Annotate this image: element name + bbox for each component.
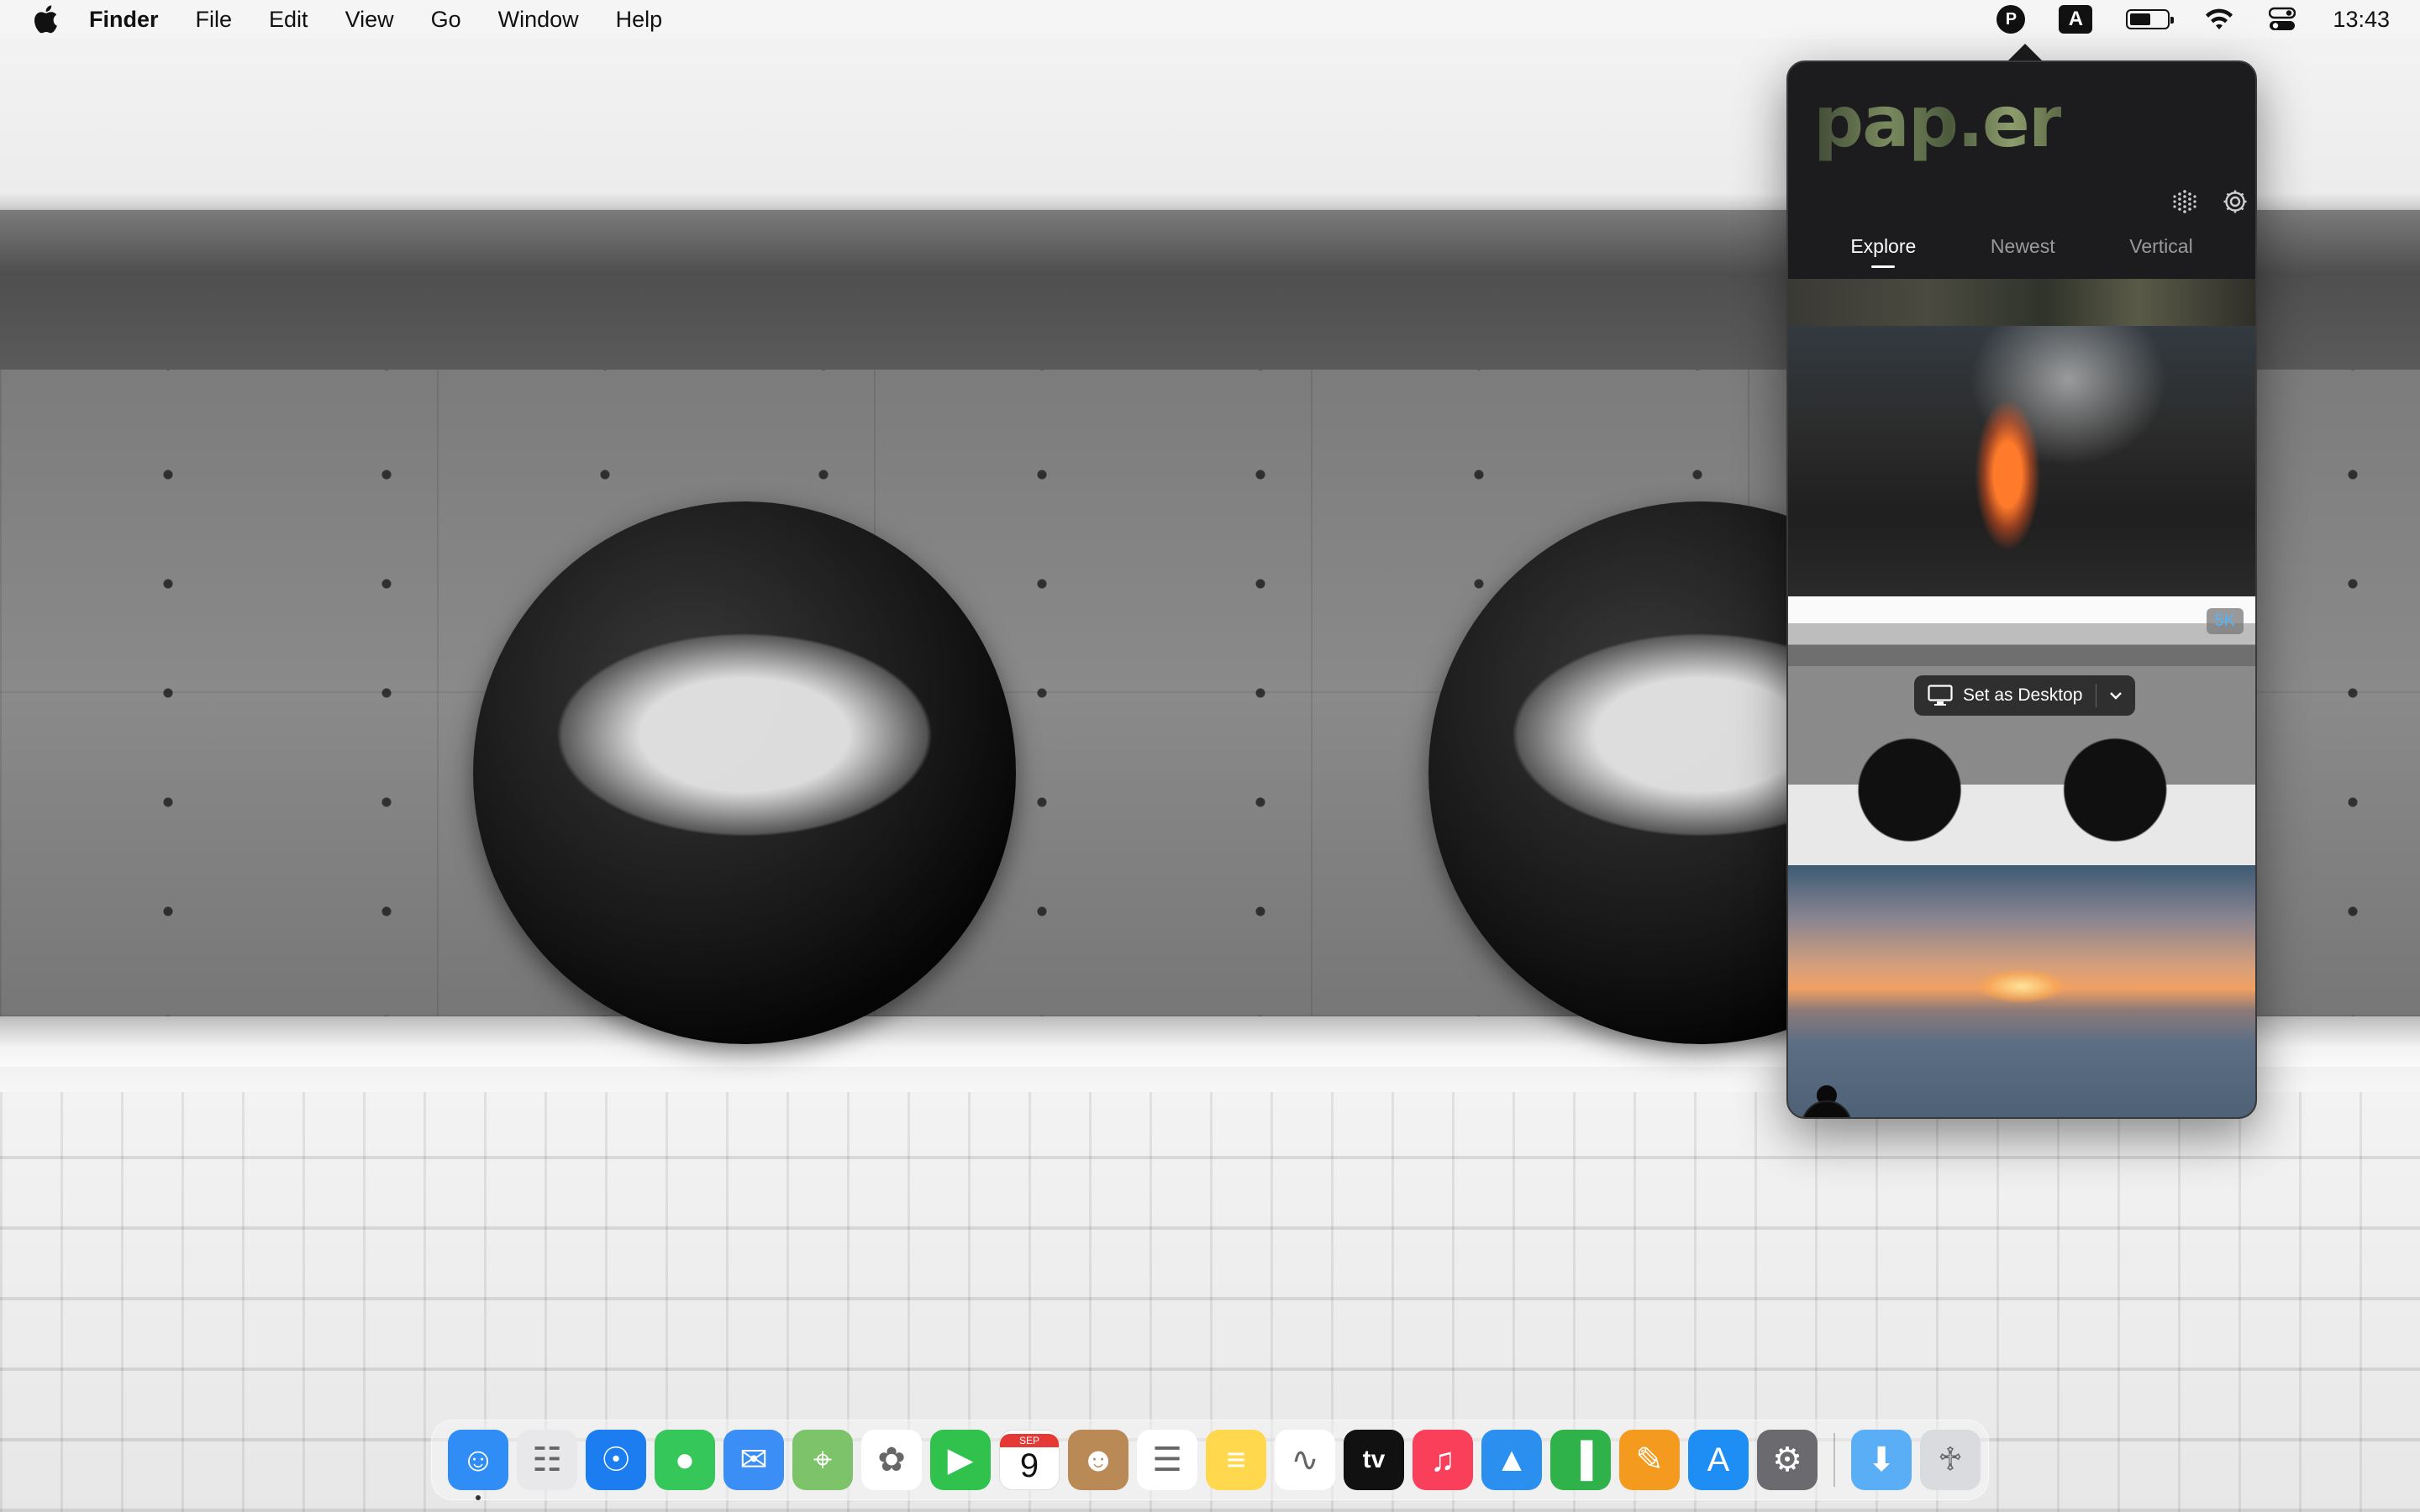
dock-freeform[interactable]: ∿ — [1275, 1430, 1335, 1490]
reminders-icon: ☰ — [1152, 1441, 1182, 1478]
apple-tv-icon: tv — [1362, 1446, 1386, 1473]
set-as-desktop-button[interactable]: Set as Desktop — [1914, 675, 2096, 716]
pages-icon: ✎ — [1635, 1441, 1664, 1478]
battery-outline — [2126, 9, 2175, 29]
wallpaper-sphere-left — [473, 501, 1016, 1044]
dock-maps[interactable]: ⌖ — [792, 1430, 853, 1490]
messages-icon: ● — [674, 1441, 696, 1478]
dock-facetime[interactable]: ▶ — [930, 1430, 991, 1490]
apple-menu-icon[interactable] — [20, 5, 71, 34]
numbers-icon: ▐ — [1568, 1441, 1593, 1478]
finder-icon: ☺ — [460, 1441, 496, 1478]
input-source-icon[interactable]: A — [2059, 5, 2093, 34]
trash-icon: ♱ — [1937, 1441, 1964, 1478]
app-store-icon: A — [1707, 1441, 1730, 1478]
control-center-icon[interactable] — [2269, 7, 2296, 32]
menu-window[interactable]: Window — [480, 0, 597, 39]
dock-tv[interactable]: tv — [1344, 1430, 1404, 1490]
resolution-badge: 5K — [2206, 608, 2244, 634]
wallpaper-feed: 5K Set as Desktop — [1788, 220, 2255, 1117]
freeform-icon: ∿ — [1291, 1441, 1319, 1478]
dock-launchpad[interactable]: ☷ — [517, 1430, 577, 1490]
system-settings-icon: ⚙ — [1772, 1441, 1802, 1478]
dock-app-store[interactable]: A — [1688, 1430, 1749, 1490]
dock-pages[interactable]: ✎ — [1619, 1430, 1680, 1490]
music-icon: ♫ — [1430, 1441, 1455, 1478]
dock-calendar[interactable]: SEP 9 — [999, 1430, 1060, 1490]
dock-messages[interactable]: ● — [655, 1430, 715, 1490]
menu-clock[interactable]: 13:43 — [2333, 7, 2390, 33]
menu-edit[interactable]: Edit — [250, 0, 327, 39]
mail-icon: ✉ — [739, 1441, 768, 1478]
menu-app-name[interactable]: Finder — [71, 0, 177, 39]
dock-finder[interactable]: ☺ — [448, 1430, 508, 1500]
wallpaper-thumbnail-sunset[interactable] — [1788, 865, 2255, 1117]
monitor-icon — [1928, 685, 1953, 706]
battery-fill — [2130, 13, 2150, 25]
calendar-day: 9 — [1019, 1447, 1039, 1484]
paper-status-icon[interactable]: P — [1996, 5, 2026, 34]
menu-view[interactable]: View — [327, 0, 413, 39]
paper-status-initial: P — [1996, 5, 2026, 34]
dock-safari[interactable]: ☉ — [586, 1430, 646, 1490]
menu-bar: Finder File Edit View Go Window Help P A… — [0, 0, 2420, 39]
paper-logo: pap.er — [1813, 81, 2063, 163]
maps-icon: ⌖ — [813, 1441, 833, 1478]
menu-help[interactable]: Help — [597, 0, 681, 39]
dock-downloads[interactable]: ⬇ — [1851, 1430, 1912, 1490]
dock-keynote[interactable]: ▲ — [1481, 1430, 1542, 1490]
wallpaper-thumbnail-spheres[interactable]: 5K Set as Desktop — [1788, 596, 2255, 865]
input-source-label: A — [2059, 5, 2093, 34]
menu-file[interactable]: File — [177, 0, 251, 39]
dock-reminders[interactable]: ☰ — [1137, 1430, 1197, 1490]
paper-popover: pap.er Explore Newest Vertical 5K Set as… — [1786, 60, 2257, 1119]
battery-icon[interactable] — [2126, 9, 2175, 29]
launchpad-icon: ☷ — [532, 1441, 562, 1478]
notes-icon: ≡ — [1226, 1441, 1246, 1478]
facetime-icon: ▶ — [947, 1441, 974, 1478]
wallpaper-thumbnail-volcano[interactable] — [1788, 326, 2255, 596]
dock-notes[interactable]: ≡ — [1206, 1430, 1266, 1490]
chevron-down-icon[interactable] — [2096, 675, 2135, 716]
set-as-desktop-control: Set as Desktop — [1914, 675, 2136, 716]
dock-separator — [1833, 1433, 1835, 1487]
keynote-icon: ▲ — [1495, 1441, 1528, 1478]
dock-numbers[interactable]: ▐ — [1550, 1430, 1611, 1490]
safari-icon: ☉ — [601, 1441, 631, 1478]
dock-music[interactable]: ♫ — [1413, 1430, 1473, 1490]
running-indicator — [476, 1495, 481, 1500]
menu-go[interactable]: Go — [413, 0, 480, 39]
wifi-icon[interactable] — [2203, 7, 2235, 32]
wallpaper-thumbnail-forest[interactable] — [1788, 279, 2255, 326]
grid-icon[interactable] — [2168, 185, 2202, 218]
calendar-month: SEP — [1000, 1434, 1059, 1447]
dock-contacts[interactable]: ☻ — [1068, 1430, 1128, 1490]
status-area: P A 13:43 — [1980, 0, 2420, 39]
dock-mail[interactable]: ✉ — [723, 1430, 784, 1490]
dock-trash[interactable]: ♱ — [1920, 1430, 1981, 1490]
popover-header: pap.er Explore Newest Vertical — [1788, 62, 2255, 268]
set-as-desktop-label: Set as Desktop — [1963, 685, 2083, 705]
downloads-folder-icon: ⬇ — [1867, 1441, 1896, 1478]
gear-icon[interactable] — [2218, 185, 2252, 218]
popover-arrow — [2007, 44, 2044, 62]
dock: ☺ ☷ ☉ ● ✉ ⌖ ✿ ▶ SEP 9 ☻ ☰ ≡ ∿ tv ♫ ▲ ▐ ✎ A ⚙ ⬇ ♱ — [431, 1420, 1989, 1500]
dock-photos[interactable]: ✿ — [861, 1430, 922, 1490]
photos-icon: ✿ — [877, 1441, 906, 1478]
dock-system-settings[interactable]: ⚙ — [1757, 1430, 1818, 1490]
contacts-icon: ☻ — [1080, 1441, 1117, 1478]
